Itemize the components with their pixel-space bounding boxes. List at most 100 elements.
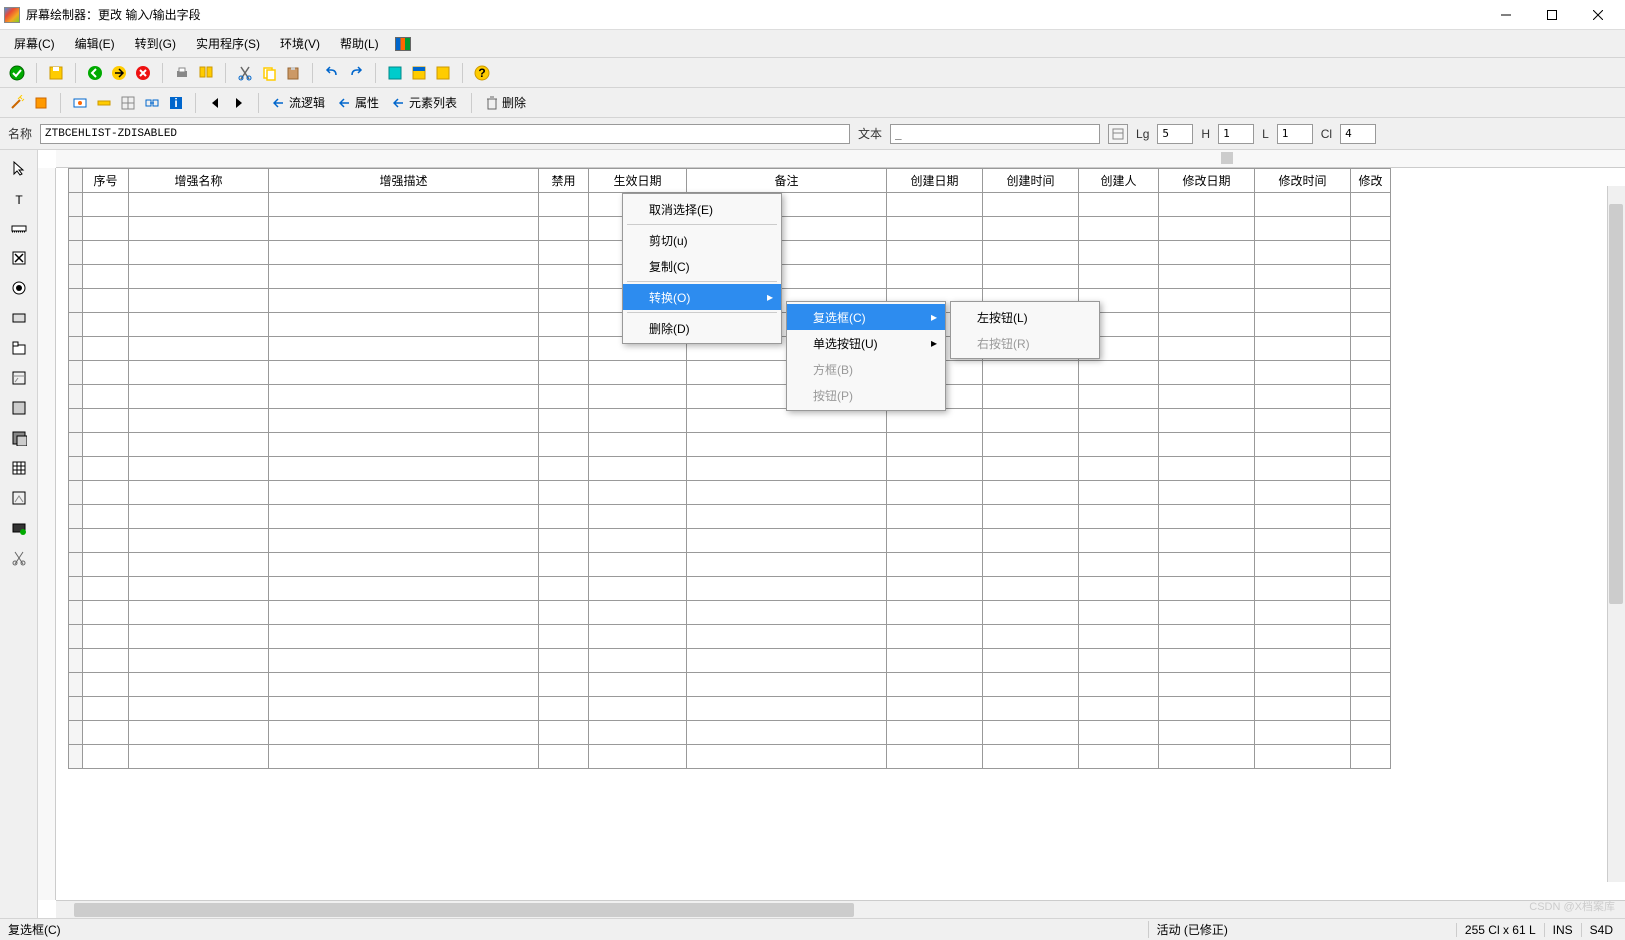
table-cell[interactable] (269, 241, 539, 265)
table-cell[interactable] (589, 505, 687, 529)
table-cell[interactable] (539, 289, 589, 313)
box-tool-icon[interactable] (5, 364, 33, 392)
table-cell[interactable] (983, 481, 1079, 505)
row-num[interactable] (69, 529, 83, 553)
row-num[interactable] (69, 289, 83, 313)
ruler-top[interactable] (56, 150, 1625, 168)
table-cell[interactable] (1159, 409, 1255, 433)
table-cell[interactable] (539, 505, 589, 529)
table-cell[interactable] (83, 457, 129, 481)
table-cell[interactable] (1351, 601, 1391, 625)
table-cell[interactable] (129, 553, 269, 577)
wand-icon[interactable] (6, 92, 28, 114)
cm-left-button[interactable]: 左按钮(L) (951, 304, 1099, 330)
table-cell[interactable] (539, 241, 589, 265)
row-num[interactable] (69, 505, 83, 529)
table-cell[interactable] (687, 457, 887, 481)
table-cell[interactable] (983, 553, 1079, 577)
row-num[interactable] (69, 553, 83, 577)
table-cell[interactable] (983, 721, 1079, 745)
table-cell[interactable] (1079, 505, 1159, 529)
table-cell[interactable] (129, 745, 269, 769)
table-cell[interactable] (83, 697, 129, 721)
table-cell[interactable] (129, 481, 269, 505)
radio-tool-icon[interactable] (5, 274, 33, 302)
table-cell[interactable] (1079, 481, 1159, 505)
table-cell[interactable] (1255, 385, 1351, 409)
table-cell[interactable] (1159, 265, 1255, 289)
col-header-4[interactable]: 生效日期 (589, 169, 687, 193)
table-cell[interactable] (1159, 289, 1255, 313)
table-cell[interactable] (983, 529, 1079, 553)
table-cell[interactable] (129, 265, 269, 289)
table-cell[interactable] (83, 745, 129, 769)
table-cell[interactable] (1079, 241, 1159, 265)
table-cell[interactable] (1255, 241, 1351, 265)
table-cell[interactable] (269, 433, 539, 457)
ok-icon[interactable] (6, 62, 28, 84)
row-num[interactable] (69, 697, 83, 721)
table-cell[interactable] (1079, 745, 1159, 769)
table-cell[interactable] (1255, 313, 1351, 337)
table-cell[interactable] (269, 337, 539, 361)
table-cell[interactable] (687, 409, 887, 433)
paste-icon[interactable] (282, 62, 304, 84)
table-cell[interactable] (1159, 361, 1255, 385)
frame-tool-icon[interactable] (5, 394, 33, 422)
table-cell[interactable] (687, 649, 887, 673)
table-cell[interactable] (687, 553, 887, 577)
table-cell[interactable] (1255, 361, 1351, 385)
table-cell[interactable] (1255, 337, 1351, 361)
table-cell[interactable] (539, 385, 589, 409)
col-header-3[interactable]: 禁用 (539, 169, 589, 193)
menu-screen[interactable]: 屏幕(C) (6, 31, 63, 56)
table-cell[interactable] (687, 505, 887, 529)
table-cell[interactable] (1351, 313, 1391, 337)
table-cell[interactable] (1255, 673, 1351, 697)
table-cell[interactable] (1159, 241, 1255, 265)
table-cell[interactable] (83, 505, 129, 529)
table-cell[interactable] (589, 385, 687, 409)
l-input[interactable] (1277, 124, 1313, 144)
table-cell[interactable] (1159, 385, 1255, 409)
table-cell[interactable] (269, 217, 539, 241)
table-cell[interactable] (539, 529, 589, 553)
table-cell[interactable] (589, 361, 687, 385)
table-cell[interactable] (983, 241, 1079, 265)
col-header-5[interactable]: 备注 (687, 169, 887, 193)
table-cell[interactable] (1159, 745, 1255, 769)
table-cell[interactable] (83, 313, 129, 337)
row-num[interactable] (69, 409, 83, 433)
row-num[interactable] (69, 337, 83, 361)
table-cell[interactable] (539, 337, 589, 361)
pointer-tool-icon[interactable] (5, 154, 33, 182)
prev-icon[interactable] (204, 92, 226, 114)
table-cell[interactable] (1079, 577, 1159, 601)
table-cell[interactable] (1255, 721, 1351, 745)
table-cell[interactable] (539, 433, 589, 457)
col-header-9[interactable]: 修改日期 (1159, 169, 1255, 193)
table-cell[interactable] (687, 577, 887, 601)
table-cell[interactable] (1159, 529, 1255, 553)
table-cell[interactable] (887, 697, 983, 721)
cm-delete[interactable]: 删除(D) (623, 315, 781, 341)
table-cell[interactable] (983, 649, 1079, 673)
table-cell[interactable] (83, 553, 129, 577)
table-cell[interactable] (687, 697, 887, 721)
cm-checkbox[interactable]: 复选框(C)▸ (787, 304, 945, 330)
table-cell[interactable] (1079, 217, 1159, 241)
table-cell[interactable] (1351, 649, 1391, 673)
table-cell[interactable] (589, 433, 687, 457)
table-cell[interactable] (687, 673, 887, 697)
table-cell[interactable] (269, 529, 539, 553)
table-cell[interactable] (887, 217, 983, 241)
table-cell[interactable] (129, 193, 269, 217)
table-cell[interactable] (539, 481, 589, 505)
table-cell[interactable] (83, 265, 129, 289)
redo-icon[interactable] (345, 62, 367, 84)
row-num[interactable] (69, 601, 83, 625)
row-num[interactable] (69, 193, 83, 217)
table-cell[interactable] (83, 217, 129, 241)
exit-icon[interactable] (108, 62, 130, 84)
table-cell[interactable] (129, 529, 269, 553)
